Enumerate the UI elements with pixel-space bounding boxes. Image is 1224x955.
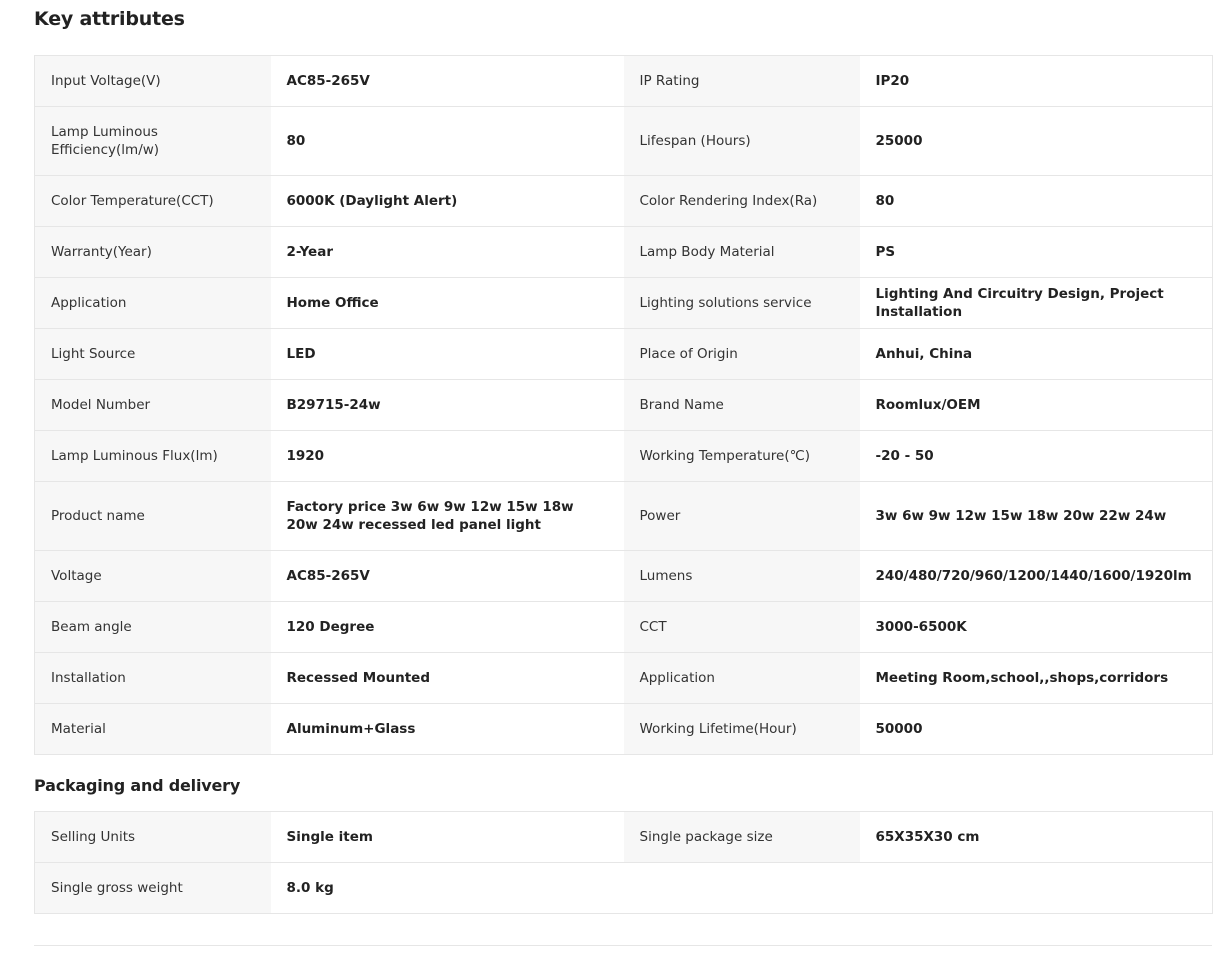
attribute-label: Color Rendering Index(Ra) (623, 175, 860, 227)
attribute-value: Aluminum+Glass (270, 703, 624, 755)
attribute-label: Product name (34, 481, 271, 551)
attribute-label: Working Lifetime(Hour) (623, 703, 860, 755)
attribute-value: 2-Year (270, 226, 624, 278)
attribute-value: B29715-24w (270, 379, 624, 431)
attribute-value: 6000K (Daylight Alert) (270, 175, 624, 227)
attribute-label: CCT (623, 601, 860, 653)
attribute-label: Power (623, 481, 860, 551)
attribute-row: Installation Recessed Mounted Application M… (34, 652, 1213, 704)
attribute-value: AC85-265V (270, 550, 624, 602)
attribute-label: Light Source (34, 328, 271, 380)
attribute-value: 3000-6500K (859, 601, 1213, 653)
attribute-label: Lifespan (Hours) (623, 106, 860, 176)
attribute-value: Single item (270, 811, 624, 863)
attribute-row: Model Number B29715-24w Brand Name Roomlux/… (34, 379, 1213, 431)
attribute-label: Warranty(Year) (34, 226, 271, 278)
attribute-label: Lamp Luminous Flux(lm) (34, 430, 271, 482)
attribute-value: 50000 (859, 703, 1213, 755)
attribute-label: Single gross weight (34, 862, 271, 914)
attribute-value: IP20 (859, 55, 1213, 107)
attribute-label: IP Rating (623, 55, 860, 107)
attribute-value (859, 862, 1213, 914)
attribute-row: Warranty(Year) 2-Year Lamp Body Material PS (34, 226, 1213, 278)
attribute-row: Beam angle 120 Degree CCT 3000-6500K (34, 601, 1213, 653)
attribute-row: Lamp Luminous Efficiency(lm/w) 80 Lifespan… (34, 106, 1213, 176)
attribute-row: Product name Factory price 3w 6w 9w 12w 1… (34, 481, 1213, 551)
attribute-value: 65X35X30 cm (859, 811, 1213, 863)
attribute-label: Input Voltage(V) (34, 55, 271, 107)
attribute-value: 120 Degree (270, 601, 624, 653)
attribute-value: Factory price 3w 6w 9w 12w 15w 18w 20w 2… (270, 481, 624, 551)
attribute-value: Anhui, China (859, 328, 1213, 380)
attribute-label: Lumens (623, 550, 860, 602)
attribute-row: Light Source LED Place of Origin Anhui, Chi… (34, 328, 1213, 380)
attribute-value: Lighting And Circuitry Design, Project I… (859, 277, 1213, 329)
attribute-value: 240/480/720/960/1200/1440/1600/1920lm (859, 550, 1213, 602)
packaging-title: Packaging and delivery (34, 776, 241, 795)
attribute-label: Lamp Luminous Efficiency(lm/w) (34, 106, 271, 176)
attribute-label: Working Temperature(℃) (623, 430, 860, 482)
attribute-value: 80 (859, 175, 1213, 227)
attribute-label: Beam angle (34, 601, 271, 653)
key-attributes-title: Key attributes (34, 8, 185, 30)
attribute-value: 3w 6w 9w 12w 15w 18w 20w 22w 24w (859, 481, 1213, 551)
attribute-label: Voltage (34, 550, 271, 602)
attribute-label: Material (34, 703, 271, 755)
key-attributes-table: Input Voltage(V) AC85-265V IP Rating IP20 La… (34, 55, 1213, 755)
attribute-label: Single package size (623, 811, 860, 863)
attribute-label: Color Temperature(CCT) (34, 175, 271, 227)
attribute-row: Application Home Office Lighting solutions… (34, 277, 1213, 329)
section-divider (34, 945, 1212, 946)
attribute-value: 25000 (859, 106, 1213, 176)
attribute-row: Input Voltage(V) AC85-265V IP Rating IP20 (34, 55, 1213, 107)
attribute-row: Lamp Luminous Flux(lm) 1920 Working Temper… (34, 430, 1213, 482)
attribute-label: Application (34, 277, 271, 329)
attribute-row: Color Temperature(CCT) 6000K (Daylight Al… (34, 175, 1213, 227)
attribute-value: Roomlux/OEM (859, 379, 1213, 431)
attribute-value: Recessed Mounted (270, 652, 624, 704)
attribute-row: Single gross weight 8.0 kg (34, 862, 1213, 914)
attribute-label: Application (623, 652, 860, 704)
attribute-label (623, 862, 860, 914)
attribute-value: 80 (270, 106, 624, 176)
attribute-label: Selling Units (34, 811, 271, 863)
attribute-value: Meeting Room,school,,shops,corridors (859, 652, 1213, 704)
attribute-label: Lamp Body Material (623, 226, 860, 278)
attribute-value: PS (859, 226, 1213, 278)
attribute-value: Home Office (270, 277, 624, 329)
attribute-row: Material Aluminum+Glass Working Lifetime(H… (34, 703, 1213, 755)
attribute-row: Voltage AC85-265V Lumens 240/480/720/960/12… (34, 550, 1213, 602)
attribute-label: Brand Name (623, 379, 860, 431)
attribute-value: -20 - 50 (859, 430, 1213, 482)
attribute-label: Model Number (34, 379, 271, 431)
attribute-row: Selling Units Single item Single package s… (34, 811, 1213, 863)
attribute-label: Lighting solutions service (623, 277, 860, 329)
attribute-value: 8.0 kg (270, 862, 624, 914)
attribute-value: 1920 (270, 430, 624, 482)
attribute-label: Place of Origin (623, 328, 860, 380)
attribute-label: Installation (34, 652, 271, 704)
attribute-value: AC85-265V (270, 55, 624, 107)
attribute-value: LED (270, 328, 624, 380)
packaging-table: Selling Units Single item Single package s… (34, 811, 1213, 914)
